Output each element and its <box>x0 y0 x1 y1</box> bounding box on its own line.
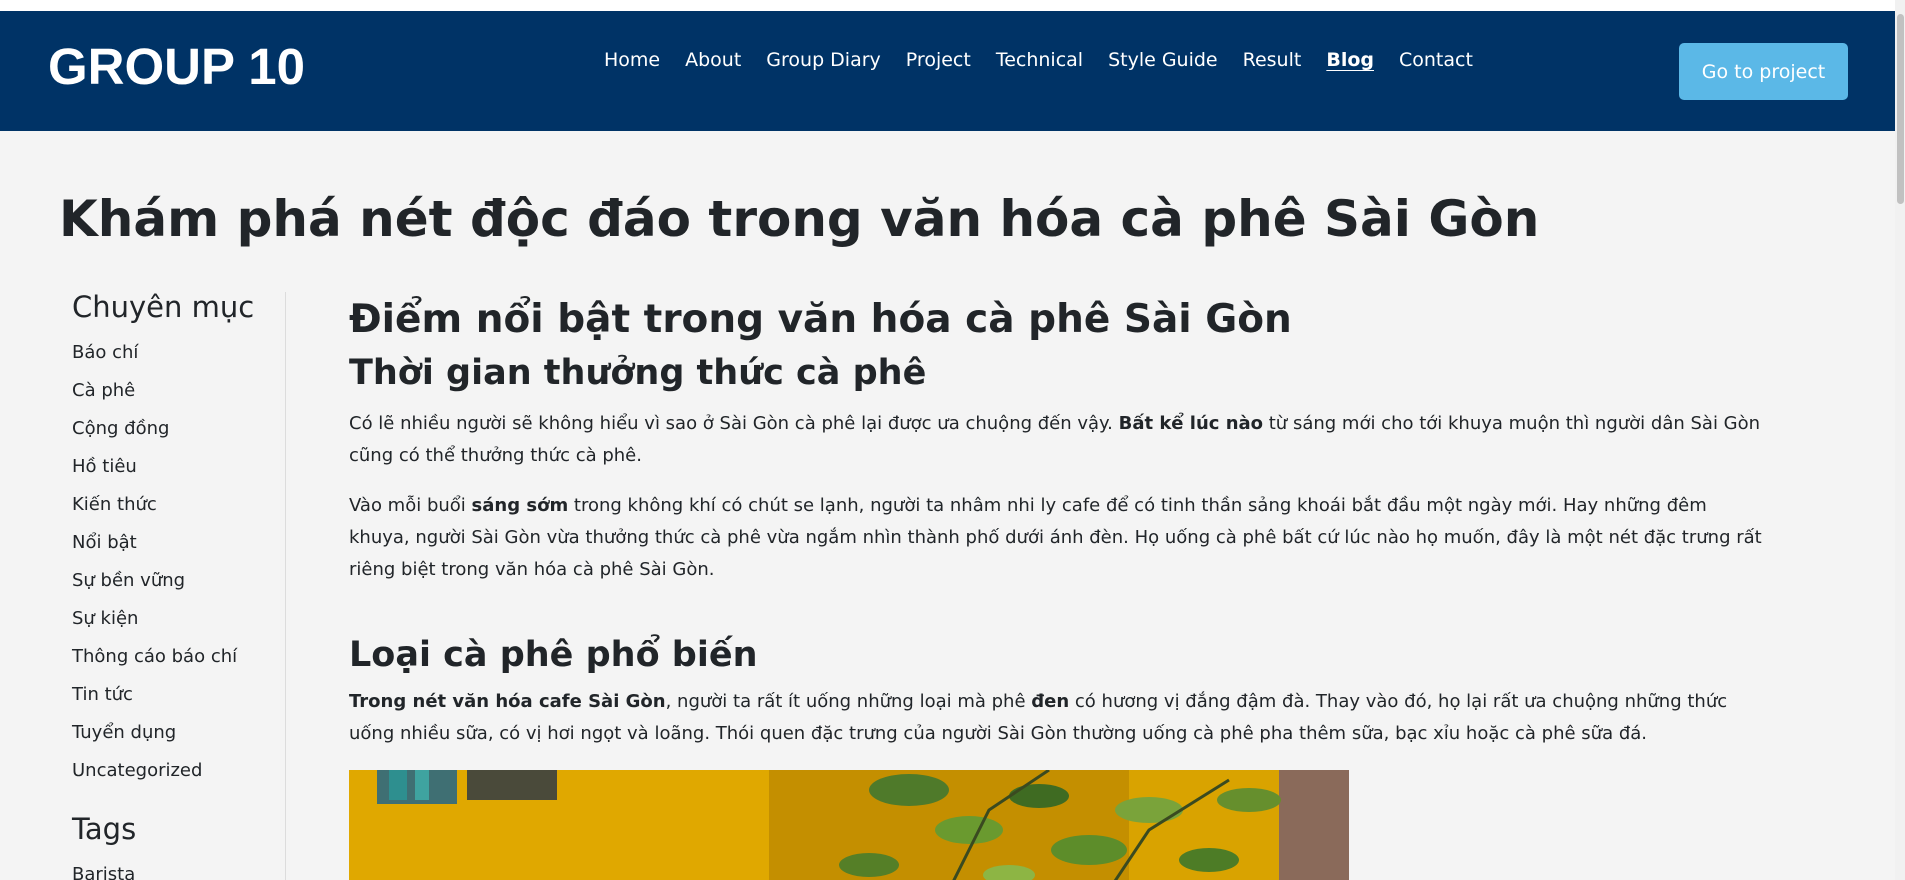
paragraph-bold-text: Bất kể lúc nào <box>1118 413 1264 434</box>
nav-project[interactable]: Project <box>906 49 971 71</box>
page: GROUP 10 Home About Group Diary Project … <box>0 0 1905 880</box>
category-tuyen-dung[interactable]: Tuyển dụng <box>72 714 282 752</box>
category-thong-cao-bao-chi[interactable]: Thông cáo báo chí <box>72 638 282 676</box>
paragraph-text: , người ta rất ít uống những loại mà phê <box>665 691 1032 712</box>
section-heading-popular: Loại cà phê phổ biến <box>349 635 758 675</box>
nav-technical[interactable]: Technical <box>996 49 1083 71</box>
page-title: Khám phá nét độc đáo trong văn hóa cà ph… <box>59 190 1540 248</box>
scrollbar-thumb[interactable] <box>1897 14 1904 204</box>
article-heading: Điểm nổi bật trong văn hóa cà phê Sài Gò… <box>349 297 1292 342</box>
category-ho-tieu[interactable]: Hồ tiêu <box>72 448 282 486</box>
site-header: GROUP 10 Home About Group Diary Project … <box>0 11 1895 131</box>
section-popular-coffee: Loại cà phê phổ biến Trong nét văn hóa c… <box>349 630 1769 750</box>
nav-result[interactable]: Result <box>1243 49 1302 71</box>
tag-list: Barista <box>72 856 282 880</box>
category-uncategorized[interactable]: Uncategorized <box>72 752 282 790</box>
section-heading-time: Thời gian thưởng thức cà phê <box>349 353 927 393</box>
nav-blog[interactable]: Blog <box>1326 49 1374 71</box>
category-bao-chi[interactable]: Báo chí <box>72 334 282 372</box>
tags-heading: Tags <box>72 812 137 846</box>
paragraph-bold-text: sáng sớm <box>471 495 569 516</box>
main-nav: Home About Group Diary Project Technical… <box>604 49 1473 71</box>
paragraph-bold-text: Trong nét văn hóa cafe Sài Gòn <box>349 691 666 712</box>
nav-contact[interactable]: Contact <box>1399 49 1473 71</box>
article-image <box>349 770 1349 880</box>
coffee-plant-photo <box>349 770 1349 880</box>
nav-style-guide[interactable]: Style Guide <box>1108 49 1218 71</box>
category-su-kien[interactable]: Sự kiện <box>72 600 282 638</box>
paragraph-bold-text: đen <box>1031 691 1070 712</box>
page-scrollbar[interactable] <box>1895 0 1905 880</box>
paragraph-time-1: Có lẽ nhiều người sẽ không hiểu vì sao ở… <box>349 408 1769 472</box>
nav-home[interactable]: Home <box>604 49 660 71</box>
paragraph-text: Vào mỗi buổi <box>349 495 472 516</box>
sidebar: Chuyên mục Báo chí Cà phê Cộng đồng Hồ t… <box>72 290 282 880</box>
category-tin-tuc[interactable]: Tin tức <box>72 676 282 714</box>
paragraph-time-2: Vào mỗi buổi sáng sớm trong không khí có… <box>349 490 1769 586</box>
go-to-project-button[interactable]: Go to project <box>1679 43 1848 100</box>
category-kien-thuc[interactable]: Kiến thức <box>72 486 282 524</box>
nav-group-diary[interactable]: Group Diary <box>766 49 881 71</box>
paragraph-text: Có lẽ nhiều người sẽ không hiểu vì sao ở… <box>349 413 1119 434</box>
category-list: Báo chí Cà phê Cộng đồng Hồ tiêu Kiến th… <box>72 334 282 790</box>
categories-heading: Chuyên mục <box>72 290 255 324</box>
sidebar-divider <box>285 292 286 880</box>
paragraph-popular-1: Trong nét văn hóa cafe Sài Gòn, người ta… <box>349 686 1769 750</box>
nav-about[interactable]: About <box>685 49 741 71</box>
category-noi-bat[interactable]: Nổi bật <box>72 524 282 562</box>
category-cong-dong[interactable]: Cộng đồng <box>72 410 282 448</box>
category-su-ben-vung[interactable]: Sự bền vững <box>72 562 282 600</box>
article-content: Điểm nổi bật trong văn hóa cà phê Sài Gò… <box>349 292 1769 750</box>
tag-barista[interactable]: Barista <box>72 856 282 880</box>
top-strip <box>0 0 1895 11</box>
site-logo[interactable]: GROUP 10 <box>48 37 305 96</box>
category-ca-phe[interactable]: Cà phê <box>72 372 282 410</box>
